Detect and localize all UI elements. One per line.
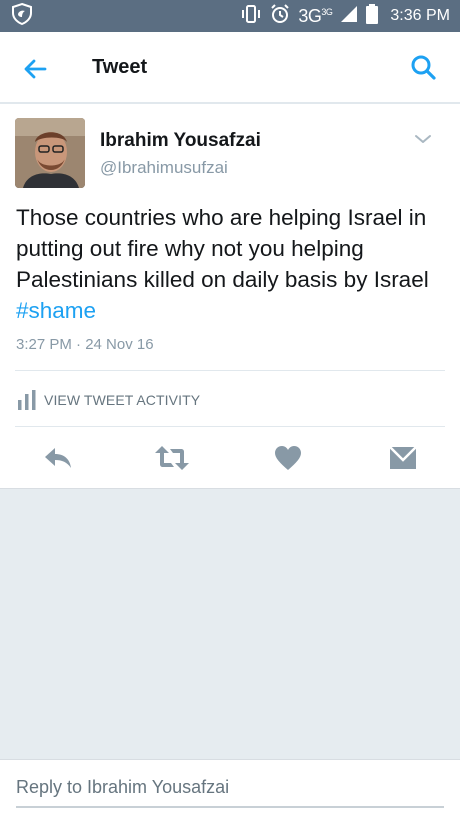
- tweet-text: Those countries who are helping Israel i…: [16, 202, 446, 326]
- envelope-icon: [389, 446, 417, 469]
- view-tweet-activity-button[interactable]: VIEW TWEET ACTIVITY: [16, 386, 200, 414]
- search-button[interactable]: [408, 52, 440, 84]
- user-name[interactable]: Ibrahim Yousafzai: [100, 130, 261, 152]
- tweet-actions: [0, 440, 460, 476]
- alarm-icon: [270, 3, 290, 29]
- arrow-left-icon: [24, 59, 47, 79]
- signal-icon: [340, 5, 358, 28]
- user-handle[interactable]: @Ibrahimusufzai: [100, 158, 228, 178]
- hashtag-link[interactable]: #shame: [16, 298, 96, 323]
- retweet-button[interactable]: [154, 440, 190, 476]
- like-button[interactable]: [270, 440, 306, 476]
- reply-icon: [45, 448, 71, 468]
- app-bar: Tweet: [0, 32, 460, 104]
- direct-message-button[interactable]: [385, 440, 421, 476]
- heart-icon: [275, 446, 301, 470]
- activity-label: VIEW TWEET ACTIVITY: [44, 392, 201, 408]
- status-bar: 3G3G 3:36 PM: [0, 0, 460, 32]
- tweet-timestamp: 3:27 PM · 24 Nov 16: [16, 336, 154, 353]
- status-time: 3:36 PM: [390, 7, 450, 24]
- tweet-body: Those countries who are helping Israel i…: [16, 205, 429, 292]
- shield-app-icon: [10, 2, 34, 31]
- tweet-detail: Ibrahim Yousafzai @Ibrahimusufzai Those …: [0, 104, 460, 489]
- page-title: Tweet: [92, 56, 148, 78]
- empty-replies-area: [0, 489, 460, 759]
- divider: [15, 370, 445, 371]
- chevron-down-icon: [415, 135, 431, 143]
- tweet-menu-button[interactable]: [412, 128, 434, 150]
- search-icon: [411, 55, 436, 80]
- vibrate-icon: [240, 4, 262, 29]
- back-button[interactable]: [20, 54, 50, 84]
- divider: [15, 426, 445, 427]
- battery-icon: [366, 3, 379, 29]
- reply-input[interactable]: [16, 772, 444, 808]
- reply-button[interactable]: [40, 440, 76, 476]
- bar-chart-icon: [18, 390, 36, 410]
- network-type: 3G3G: [298, 5, 333, 26]
- retweet-icon: [155, 446, 189, 470]
- reply-composer: [0, 759, 460, 817]
- avatar[interactable]: [15, 118, 85, 188]
